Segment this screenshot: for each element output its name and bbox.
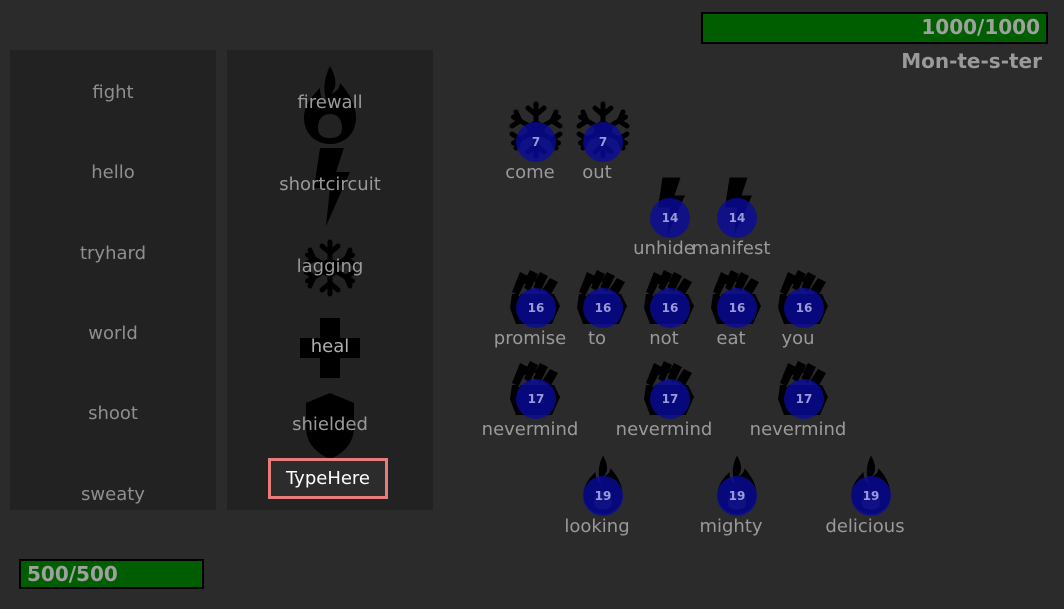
spell-label: heal — [310, 336, 350, 357]
attack-word: nevermind — [615, 419, 713, 440]
attack-timer: 16 — [583, 288, 623, 328]
spell-item-heal[interactable]: heal — [227, 308, 433, 388]
word-item: fight — [92, 82, 134, 103]
attack-timer: 16 — [516, 288, 556, 328]
spell-list-panel: firewall shortcircuit lagging heal shiel… — [227, 50, 433, 510]
attack-timer: 17 — [784, 379, 824, 419]
attack-item: 19 mighty — [691, 454, 771, 537]
enemy-health-bar: 1000/1000 — [701, 12, 1048, 44]
player-health-bar: 500/500 — [19, 559, 204, 589]
attack-timer: 14 — [717, 198, 757, 238]
attack-timer: 7 — [516, 122, 556, 162]
spell-item-lagging[interactable]: lagging — [227, 228, 433, 308]
word-item: tryhard — [79, 243, 147, 264]
attack-timer: 16 — [717, 288, 757, 328]
attack-timer: 17 — [516, 379, 556, 419]
attack-word: mighty — [699, 516, 763, 537]
enemy-health-text: 1000/1000 — [921, 15, 1040, 39]
attack-item: 17 nevermind — [616, 357, 712, 440]
attack-item: 19 delicious — [825, 454, 905, 537]
enemy-name: Mon-te-s-ter — [901, 49, 1042, 73]
attack-timer: 17 — [650, 379, 690, 419]
word-item: shoot — [88, 403, 138, 424]
spell-label: firewall — [297, 92, 363, 113]
attack-timer: 7 — [583, 122, 623, 162]
attack-timer: 16 — [784, 288, 824, 328]
attack-word: manifest — [691, 238, 771, 259]
spell-label: lagging — [296, 256, 364, 277]
attack-item: 7 out — [557, 100, 637, 183]
attack-timer: 19 — [717, 476, 757, 516]
attack-timer: 19 — [851, 476, 891, 516]
spell-item-firewall[interactable]: firewall — [227, 64, 433, 144]
attack-word: nevermind — [481, 419, 579, 440]
spell-item-shortcircuit[interactable]: shortcircuit — [227, 146, 433, 226]
attack-word: looking — [564, 516, 630, 537]
attack-item: 19 looking — [557, 454, 637, 537]
word-item: hello — [91, 162, 135, 183]
attack-timer: 19 — [583, 476, 623, 516]
attack-timer: 14 — [650, 198, 690, 238]
spell-label: shortcircuit — [279, 174, 381, 195]
word-item: sweaty — [81, 484, 145, 505]
attack-item: 17 nevermind — [750, 357, 846, 440]
spell-label: shielded — [292, 414, 368, 435]
player-health-text: 500/500 — [27, 562, 118, 586]
attack-word: you — [781, 328, 815, 349]
word-list-panel: fight hello tryhard world shoot sweaty — [10, 50, 216, 510]
spell-item-shielded[interactable]: shielded — [227, 386, 433, 466]
attack-word: nevermind — [749, 419, 847, 440]
attack-item: 16 you — [758, 266, 838, 349]
attack-item: 14 manifest — [691, 176, 771, 259]
attack-item: 17 nevermind — [482, 357, 578, 440]
attack-timer: 16 — [650, 288, 690, 328]
word-item: world — [88, 323, 138, 344]
type-input[interactable] — [268, 458, 388, 499]
attack-word: delicious — [825, 516, 905, 537]
